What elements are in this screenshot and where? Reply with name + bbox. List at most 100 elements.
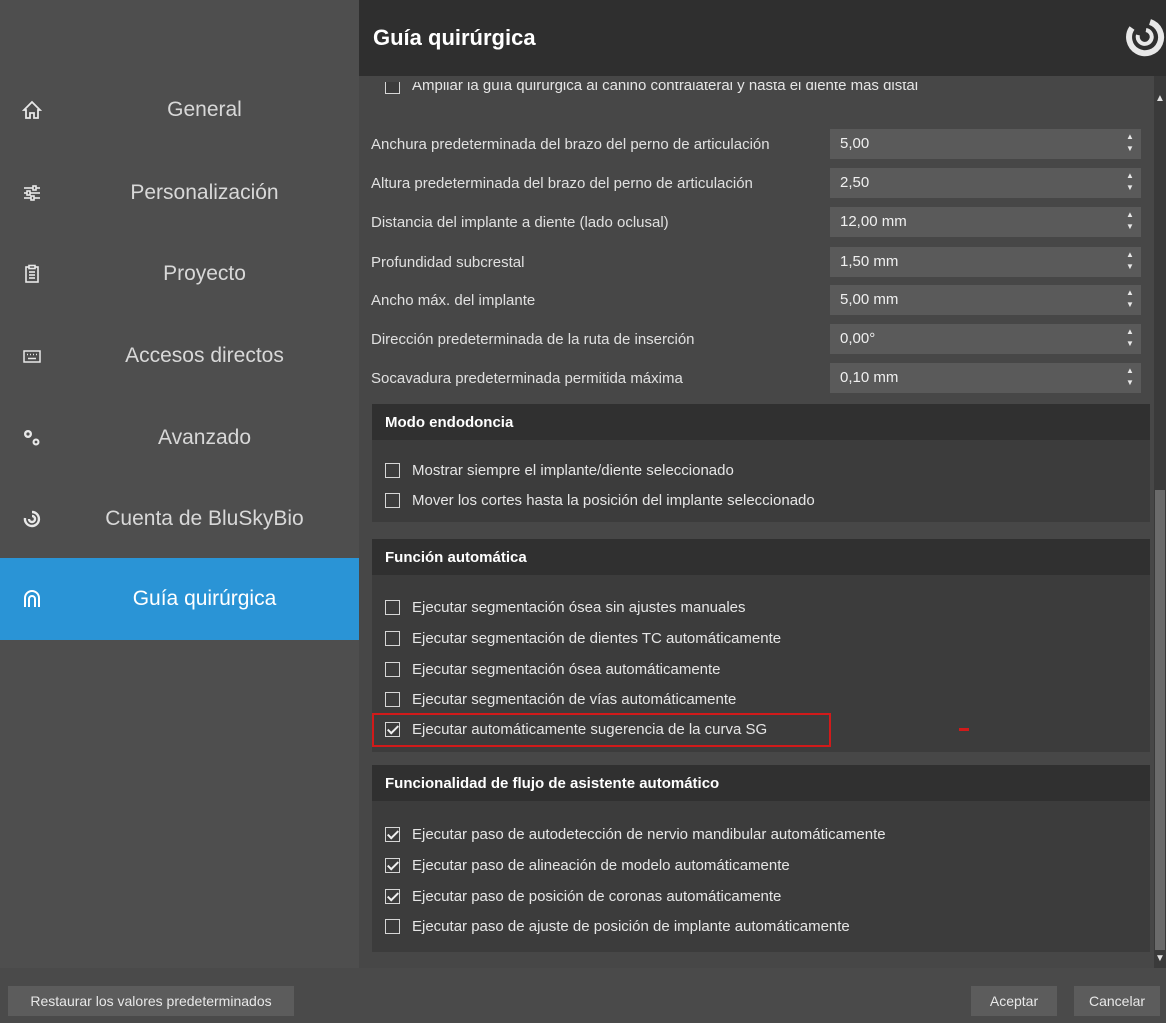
checkbox-row[interactable]: Ejecutar segmentación de vías automática…: [385, 687, 736, 711]
spin-arrows-icon[interactable]: ▲ ▼: [1125, 287, 1135, 313]
spinbox[interactable]: 2,50 ▲ ▼: [830, 168, 1141, 198]
checkbox-label: Ejecutar paso de posición de coronas aut…: [412, 887, 782, 905]
keyboard-icon: [20, 344, 44, 368]
sidebar-item-label: Personalización: [130, 181, 279, 204]
checkbox-row[interactable]: Mostrar siempre el implante/diente selec…: [385, 458, 734, 482]
spin-arrows-icon[interactable]: ▲ ▼: [1125, 249, 1135, 275]
sidebar-item-label: Proyecto: [163, 262, 246, 285]
checkbox[interactable]: [385, 462, 400, 478]
checkbox-label: Mostrar siempre el implante/diente selec…: [412, 461, 734, 479]
checkbox[interactable]: [385, 630, 400, 646]
checkbox-row[interactable]: Ejecutar segmentación ósea automáticamen…: [385, 657, 721, 681]
checkbox-label: Ejecutar segmentación ósea sin ajustes m…: [412, 598, 746, 616]
spin-arrows-icon[interactable]: ▲ ▼: [1125, 170, 1135, 196]
vertical-scrollbar[interactable]: ▲ ▼: [1154, 76, 1166, 968]
checkbox-row[interactable]: Ejecutar segmentación de dientes TC auto…: [385, 626, 781, 650]
sidebar-item-guia-quirurgica[interactable]: Guía quirúrgica: [0, 558, 359, 640]
settings-panel: Ampliar la guía quirúrgica al canino con…: [359, 76, 1154, 968]
section-title: Función automática: [385, 549, 527, 566]
section-title: Modo endodoncia: [385, 414, 514, 431]
sidebar-item-label: General: [167, 98, 242, 121]
spin-arrows-icon[interactable]: ▲ ▼: [1125, 131, 1135, 157]
clipboard-icon: [20, 262, 44, 286]
sidebar-item-label: Guía quirúrgica: [132, 587, 277, 610]
scroll-down-icon[interactable]: ▼: [1154, 952, 1166, 966]
checkbox-row[interactable]: Ejecutar paso de autodetección de nervio…: [385, 822, 886, 846]
spinbox[interactable]: 1,50 mm ▲ ▼: [830, 247, 1141, 277]
bluskybio-logo-icon: [1126, 19, 1165, 57]
spinbox-value: 0,10 mm: [840, 369, 899, 386]
section-modo-endodoncia: Modo endodoncia Mostrar siempre el impla…: [372, 404, 1150, 522]
checkbox[interactable]: [385, 888, 400, 904]
spinbox-value: 0,00°: [840, 330, 876, 347]
sidebar-item-personalizacion[interactable]: Personalización: [0, 152, 359, 234]
restore-defaults-button[interactable]: Restaurar los valores predeterminados: [8, 986, 294, 1016]
checkbox[interactable]: [385, 918, 400, 934]
checkbox-label: Ejecutar paso de alineación de modelo au…: [412, 856, 790, 874]
red-mark: [959, 728, 969, 731]
checkbox[interactable]: [385, 599, 400, 615]
checkbox-row[interactable]: Ejecutar paso de ajuste de posición de i…: [385, 914, 850, 938]
page-title: Guía quirúrgica: [373, 25, 536, 50]
sidebar-item-accesos-directos[interactable]: Accesos directos: [0, 315, 359, 397]
sidebar-item-general[interactable]: General: [0, 69, 359, 151]
checkbox-label: Ejecutar paso de autodetección de nervio…: [412, 825, 886, 843]
checkbox-label: Ampliar la guía quirúrgica al canino con…: [412, 82, 919, 94]
checkbox[interactable]: [385, 691, 400, 707]
checkbox-label: Ejecutar segmentación de vías automática…: [412, 690, 737, 708]
page-header: Guía quirúrgica: [359, 0, 1166, 76]
checkbox-row[interactable]: Ejecutar paso de posición de coronas aut…: [385, 884, 781, 908]
section-flujo-asistente: Funcionalidad de flujo de asistente auto…: [372, 765, 1150, 952]
arch-icon: [20, 587, 44, 611]
spin-arrows-icon[interactable]: ▲ ▼: [1125, 326, 1135, 352]
field-label: Anchura predeterminada del brazo del per…: [371, 136, 770, 153]
field-label: Profundidad subcrestal: [371, 254, 525, 271]
cancel-button[interactable]: Cancelar: [1074, 986, 1160, 1016]
spinbox[interactable]: 0,00° ▲ ▼: [830, 324, 1141, 354]
highlight-box: [372, 713, 831, 747]
field-label: Ancho máx. del implante: [371, 292, 536, 309]
field-label: Dirección predeterminada de la ruta de i…: [371, 331, 695, 348]
spin-arrows-icon[interactable]: ▲ ▼: [1125, 365, 1135, 391]
checkbox[interactable]: [385, 492, 400, 508]
section-funcion-automatica: Función automática Ejecutar segmentación…: [372, 539, 1150, 752]
field-label: Altura predeterminada del brazo del pern…: [371, 175, 753, 192]
sidebar-item-label: Avanzado: [157, 426, 252, 449]
home-icon: [20, 98, 44, 122]
spinbox[interactable]: 12,00 mm ▲ ▼: [830, 207, 1141, 237]
checkbox-row[interactable]: Mover los cortes hasta la posición del i…: [385, 488, 815, 512]
checkbox-row[interactable]: Ampliar la guía quirúrgica al canino con…: [385, 82, 918, 98]
gears-icon: [20, 426, 44, 450]
checkbox[interactable]: [385, 826, 400, 842]
field-label: Distancia del implante a diente (lado oc…: [371, 214, 669, 231]
spinbox[interactable]: 5,00 ▲ ▼: [830, 129, 1141, 159]
field-label: Socavadura predeterminada permitida máxi…: [371, 370, 683, 387]
checkbox[interactable]: [385, 82, 400, 94]
section-title: Funcionalidad de flujo de asistente auto…: [385, 775, 720, 792]
checkbox-label: Mover los cortes hasta la posición del i…: [412, 491, 815, 509]
bluskybio-icon: [20, 507, 44, 531]
sidebar-item-avanzado[interactable]: Avanzado: [0, 397, 359, 479]
scroll-up-icon[interactable]: ▲: [1154, 92, 1166, 106]
sidebar: General Personalización Proyecto Accesos…: [0, 0, 359, 968]
checkbox-label: Ejecutar segmentación ósea automáticamen…: [412, 660, 721, 678]
spinbox[interactable]: 5,00 mm ▲ ▼: [830, 285, 1141, 315]
checkbox-label: Ejecutar paso de ajuste de posición de i…: [412, 917, 850, 935]
accept-button[interactable]: Aceptar: [971, 986, 1057, 1016]
sliders-icon: [20, 181, 44, 205]
checkbox-row[interactable]: Ejecutar segmentación ósea sin ajustes m…: [385, 595, 746, 619]
section-header: Funcionalidad de flujo de asistente auto…: [372, 765, 1150, 801]
sidebar-item-label: Cuenta de BluSkyBio: [105, 507, 304, 530]
section-header: Función automática: [372, 539, 1150, 575]
spin-arrows-icon[interactable]: ▲ ▼: [1125, 209, 1135, 235]
checkbox[interactable]: [385, 857, 400, 873]
spinbox-value: 5,00 mm: [840, 291, 899, 308]
checkbox-row[interactable]: Ejecutar paso de alineación de modelo au…: [385, 853, 790, 877]
checkbox[interactable]: [385, 661, 400, 677]
section-header: Modo endodoncia: [372, 404, 1150, 440]
spinbox[interactable]: 0,10 mm ▲ ▼: [830, 363, 1141, 393]
scroll-thumb[interactable]: [1155, 490, 1165, 950]
footer: Restaurar los valores predeterminados Ac…: [0, 968, 1166, 1023]
sidebar-item-proyecto[interactable]: Proyecto: [0, 233, 359, 315]
sidebar-item-cuenta-bluskybio[interactable]: Cuenta de BluSkyBio: [0, 478, 359, 560]
